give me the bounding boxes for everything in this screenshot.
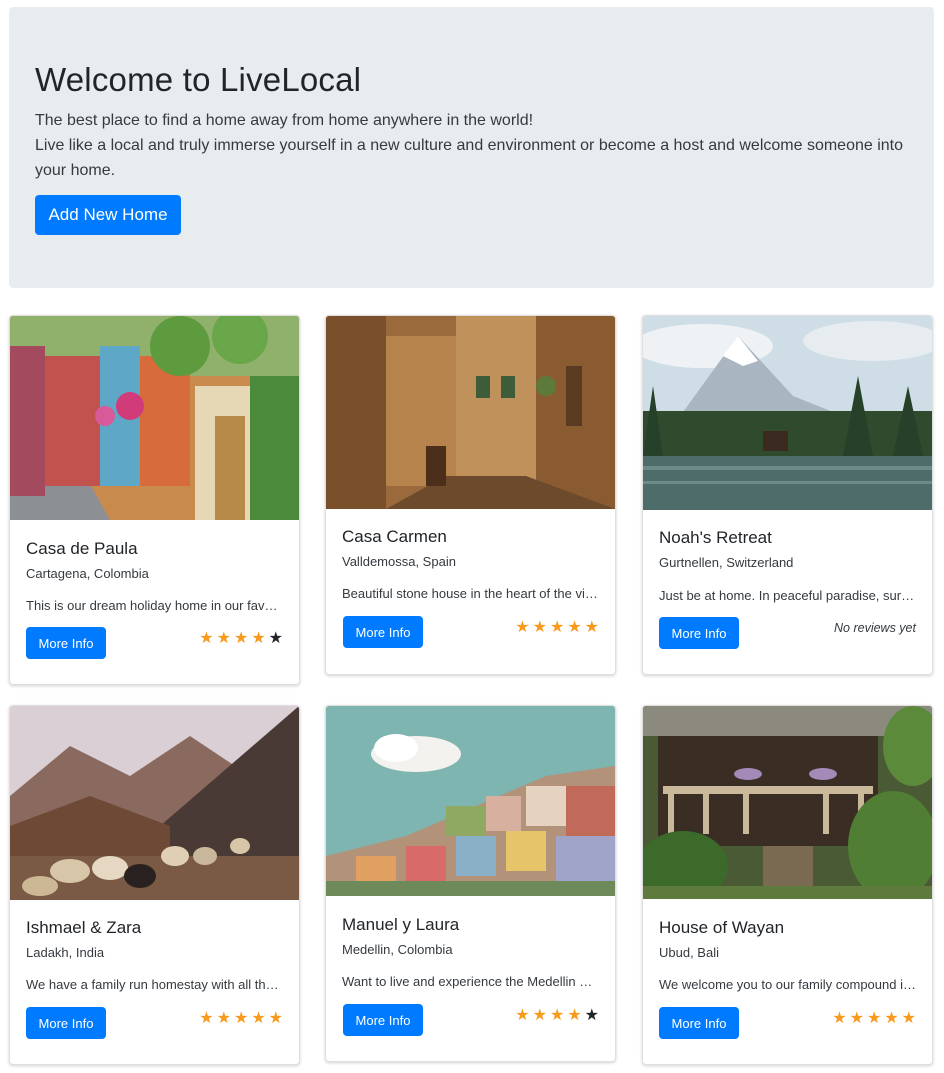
hero-lead: The best place to find a home away from … bbox=[35, 108, 905, 183]
star-filled-icon: ★ bbox=[251, 1008, 266, 1027]
stone-alley-photo-icon bbox=[326, 316, 615, 509]
star-filled-icon: ★ bbox=[567, 617, 582, 636]
star-filled-icon: ★ bbox=[884, 1008, 899, 1027]
rating-stars: ★ ★ ★ ★ ★ bbox=[199, 1010, 283, 1026]
star-empty-icon: ★ bbox=[584, 1005, 599, 1024]
more-info-button[interactable]: More Info bbox=[343, 616, 423, 648]
card-title: Casa de Paula bbox=[26, 539, 138, 558]
star-empty-icon: ★ bbox=[268, 628, 283, 647]
star-filled-icon: ★ bbox=[549, 617, 565, 636]
star-filled-icon: ★ bbox=[199, 628, 214, 647]
star-filled-icon: ★ bbox=[216, 1008, 231, 1027]
hero-lead-line2: Live like a local and truly immerse your… bbox=[35, 137, 903, 179]
card-image[interactable] bbox=[10, 706, 299, 900]
card-title: Noah's Retreat bbox=[659, 528, 772, 547]
star-filled-icon: ★ bbox=[901, 1008, 916, 1027]
hero-lead-line1: The best place to find a home away from … bbox=[35, 112, 534, 129]
star-filled-icon: ★ bbox=[549, 1005, 565, 1024]
star-filled-icon: ★ bbox=[199, 1008, 214, 1027]
card-description: Want to live and experience the Medellin… bbox=[342, 974, 599, 989]
star-filled-icon: ★ bbox=[532, 617, 547, 636]
star-filled-icon: ★ bbox=[233, 1008, 249, 1027]
card-image[interactable] bbox=[326, 316, 615, 509]
more-info-button[interactable]: More Info bbox=[26, 1007, 106, 1039]
goats-valley-photo-icon bbox=[10, 706, 299, 900]
rating-stars: ★ ★ ★ ★ ★ bbox=[832, 1010, 916, 1026]
card-location: Cartagena, Colombia bbox=[26, 566, 149, 581]
card-location: Valldemossa, Spain bbox=[342, 554, 456, 569]
star-filled-icon: ★ bbox=[532, 1005, 547, 1024]
card-location: Gurtnellen, Switzerland bbox=[659, 555, 794, 570]
card-title: House of Wayan bbox=[659, 918, 785, 937]
hero-jumbotron: Welcome to LiveLocal The best place to f… bbox=[9, 7, 934, 288]
hillside-houses-photo-icon bbox=[326, 706, 615, 896]
star-filled-icon: ★ bbox=[268, 1008, 283, 1027]
card-description: We have a family run homestay with all t… bbox=[26, 977, 283, 992]
star-filled-icon: ★ bbox=[866, 1008, 882, 1027]
star-filled-icon: ★ bbox=[849, 1008, 864, 1027]
card-image[interactable] bbox=[326, 706, 615, 896]
star-filled-icon: ★ bbox=[832, 1008, 847, 1027]
star-filled-icon: ★ bbox=[251, 628, 266, 647]
rating-stars: ★ ★ ★ ★ ★ bbox=[515, 619, 599, 635]
add-new-home-button[interactable]: Add New Home bbox=[35, 195, 181, 235]
card-title: Casa Carmen bbox=[342, 527, 447, 546]
star-filled-icon: ★ bbox=[233, 628, 249, 647]
card-title: Manuel y Laura bbox=[342, 915, 460, 934]
star-filled-icon: ★ bbox=[567, 1005, 582, 1024]
star-filled-icon: ★ bbox=[515, 617, 530, 636]
card-description: We welcome you to our family compound in… bbox=[659, 977, 916, 992]
home-card: Noah's Retreat Gurtnellen, Switzerland J… bbox=[642, 315, 933, 675]
bali-house-photo-icon bbox=[643, 706, 932, 899]
no-reviews-text: No reviews yet bbox=[834, 621, 916, 635]
card-location: Ladakh, India bbox=[26, 945, 105, 960]
card-location: Medellin, Colombia bbox=[342, 942, 453, 957]
rating-stars: ★ ★ ★ ★ ★ bbox=[199, 630, 283, 646]
card-location: Ubud, Bali bbox=[659, 945, 719, 960]
home-card: Casa Carmen Valldemossa, Spain Beautiful… bbox=[325, 315, 616, 675]
page-title: Welcome to LiveLocal bbox=[35, 61, 362, 98]
mountain-lake-photo-icon bbox=[643, 316, 932, 510]
more-info-button[interactable]: More Info bbox=[659, 1007, 739, 1039]
home-card: Casa de Paula Cartagena, Colombia This i… bbox=[9, 315, 300, 685]
home-card: Manuel y Laura Medellin, Colombia Want t… bbox=[325, 705, 616, 1062]
star-filled-icon: ★ bbox=[216, 628, 231, 647]
star-filled-icon: ★ bbox=[515, 1005, 530, 1024]
star-filled-icon: ★ bbox=[584, 617, 599, 636]
card-image[interactable] bbox=[643, 316, 932, 510]
more-info-button[interactable]: More Info bbox=[343, 1004, 423, 1036]
rating-stars: ★ ★ ★ ★ ★ bbox=[515, 1007, 599, 1023]
more-info-button[interactable]: More Info bbox=[659, 617, 739, 649]
home-card: Ishmael & Zara Ladakh, India We have a f… bbox=[9, 705, 300, 1065]
card-title: Ishmael & Zara bbox=[26, 918, 142, 937]
card-description: This is our dream holiday home in our fa… bbox=[26, 598, 283, 613]
card-description: Beautiful stone house in the heart of th… bbox=[342, 586, 599, 601]
card-image[interactable] bbox=[643, 706, 932, 899]
card-image[interactable] bbox=[10, 316, 299, 520]
card-description: Just be at home. In peaceful paradise, s… bbox=[659, 588, 916, 603]
colorful-street-photo-icon bbox=[10, 316, 299, 520]
more-info-button[interactable]: More Info bbox=[26, 627, 106, 659]
home-card: House of Wayan Ubud, Bali We welcome you… bbox=[642, 705, 933, 1065]
